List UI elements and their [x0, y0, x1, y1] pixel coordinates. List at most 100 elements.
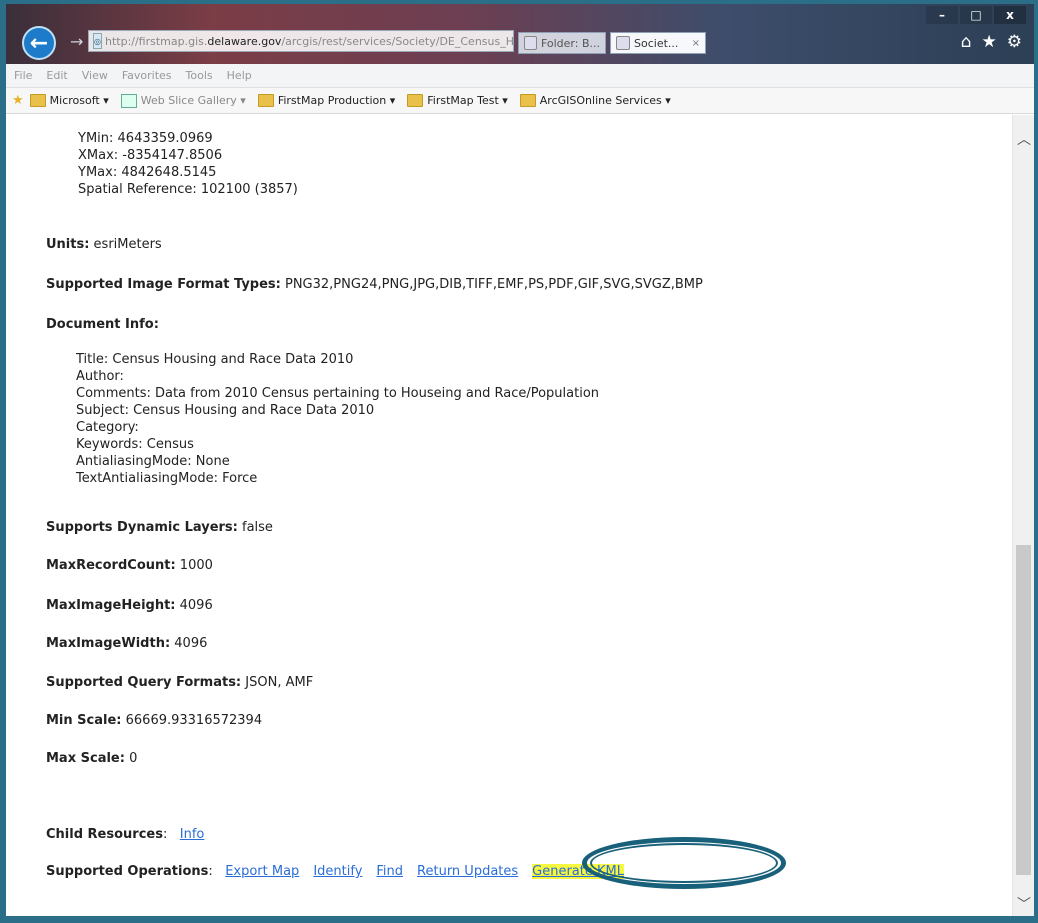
doc-text-antialiasing: TextAntialiasingMode: Force	[76, 471, 258, 486]
menu-help[interactable]: Help	[227, 69, 252, 82]
fav-web-slice-gallery[interactable]: Web Slice Gallery ▾	[120, 93, 246, 108]
menu-bar: File Edit View Favorites Tools Help	[6, 64, 1034, 88]
fav-label: Microsoft ▾	[49, 94, 109, 107]
info-link[interactable]: Info	[180, 827, 205, 842]
maximize-button[interactable]: □	[960, 6, 992, 24]
menu-favorites[interactable]: Favorites	[122, 69, 172, 82]
doc-antialiasing: AntialiasingMode: None	[76, 454, 230, 469]
doc-category: Category:	[76, 420, 139, 435]
scroll-up-icon[interactable]: ︿	[1013, 129, 1034, 149]
scroll-down-icon[interactable]: ﹀	[1013, 894, 1034, 914]
home-icon[interactable]: ⌂	[961, 32, 972, 52]
query-formats-value: JSON, AMF	[241, 675, 314, 690]
back-arrow-icon: ←	[29, 30, 49, 56]
fav-firstmap-production[interactable]: FirstMap Production ▾	[257, 94, 396, 107]
child-resources-label: Child Resources	[46, 827, 163, 842]
max-image-height-label: MaxImageHeight:	[46, 598, 176, 613]
menu-file[interactable]: File	[14, 69, 32, 82]
menu-edit[interactable]: Edit	[46, 69, 67, 82]
address-domain: delaware.gov	[207, 34, 282, 48]
units-value: esriMeters	[89, 237, 162, 252]
title-bar: – □ x ← → ◎ http://firstmap.gis. delaware…	[6, 4, 1034, 64]
max-record-count-row: MaxRecordCount: 1000	[46, 558, 213, 573]
max-scale-value: 0	[124, 751, 138, 766]
scrollbar-thumb[interactable]	[1016, 545, 1031, 875]
doc-keywords: Keywords: Census	[76, 437, 194, 452]
back-button[interactable]: ←	[22, 26, 56, 60]
min-scale-label: Min Scale:	[46, 713, 122, 728]
folder-icon	[257, 94, 274, 107]
close-button[interactable]: x	[994, 6, 1026, 24]
document-info-block: Title: Census Housing and Race Data 2010…	[76, 351, 599, 487]
fav-label: FirstMap Production ▾	[277, 94, 396, 107]
max-record-count-label: MaxRecordCount:	[46, 558, 176, 573]
max-image-height-value: 4096	[175, 598, 213, 613]
dynamic-layers-label: Supports Dynamic Layers:	[46, 520, 238, 535]
max-image-width-value: 4096	[170, 636, 208, 651]
doc-comments: Comments: Data from 2010 Census pertaini…	[76, 386, 600, 401]
fav-label: FirstMap Test ▾	[427, 94, 508, 107]
min-scale-value: 66669.93316572394	[121, 713, 263, 728]
settings-icon[interactable]: ⚙	[1007, 32, 1022, 52]
child-resources-row: Child Resources: Info	[46, 827, 218, 842]
identify-link[interactable]: Identify	[313, 864, 362, 879]
extent-ymin: YMin: 4643359.0969	[78, 131, 213, 146]
minimize-button[interactable]: –	[926, 6, 958, 24]
extent-spatial-reference: Spatial Reference: 102100 (3857)	[78, 182, 298, 197]
dynamic-layers-row: Supports Dynamic Layers: false	[46, 520, 273, 535]
doc-subject: Subject: Census Housing and Race Data 20…	[76, 403, 375, 418]
page-icon: ◎	[93, 33, 102, 49]
extent-block: YMin: 4643359.0969 XMax: -8354147.8506 Y…	[78, 130, 298, 198]
browser-window: – □ x ← → ◎ http://firstmap.gis. delaware…	[6, 4, 1034, 916]
max-scale-row: Max Scale: 0	[46, 751, 137, 766]
document-info-label: Document Info:	[46, 317, 159, 332]
max-record-count-value: 1000	[175, 558, 213, 573]
tab-page-icon	[524, 36, 537, 50]
units-row: Units: esriMeters	[46, 237, 162, 252]
fav-firstmap-test[interactable]: FirstMap Test ▾	[407, 94, 508, 107]
query-formats-label: Supported Query Formats:	[46, 675, 242, 690]
favorites-icon[interactable]: ★	[982, 32, 997, 52]
return-updates-link[interactable]: Return Updates	[417, 864, 518, 879]
address-bar[interactable]: ◎ http://firstmap.gis. delaware.gov/arcgi…	[88, 30, 514, 52]
address-url-prefix: http://firstmap.gis.	[104, 34, 208, 48]
folder-icon	[519, 94, 536, 107]
window-controls: – □ x	[924, 6, 1026, 24]
tab-folder[interactable]: Folder: B...	[518, 32, 606, 54]
tab-page-icon	[616, 36, 630, 50]
fav-arcgisonline-services[interactable]: ArcGISOnline Services ▾	[519, 94, 671, 107]
supported-operations-separator: :	[208, 864, 213, 879]
max-scale-label: Max Scale:	[46, 751, 125, 766]
image-formats-label: Supported Image Format Types:	[46, 277, 281, 292]
tab-label: Societ...	[634, 36, 679, 50]
max-image-width-label: MaxImageWidth:	[46, 636, 171, 651]
min-scale-row: Min Scale: 66669.93316572394	[46, 713, 262, 728]
fav-microsoft[interactable]: Microsoft ▾	[29, 94, 109, 107]
tab-label: Folder: B...	[540, 36, 600, 50]
tab-society[interactable]: Societ... ×	[610, 32, 706, 54]
child-resources-separator: :	[162, 827, 168, 842]
web-slice-icon	[120, 93, 137, 108]
forward-button[interactable]: →	[70, 32, 83, 51]
extent-ymax: YMax: 4842648.5145	[78, 165, 217, 180]
doc-title: Title: Census Housing and Race Data 2010	[76, 352, 354, 367]
max-image-width-row: MaxImageWidth: 4096	[46, 636, 207, 651]
units-label: Units:	[46, 237, 90, 252]
extent-xmax: XMax: -8354147.8506	[78, 148, 223, 163]
document-info-row: Document Info:	[46, 317, 159, 332]
favorites-star-icon[interactable]: ★	[12, 93, 24, 108]
supported-operations-row: Supported Operations: Export Map Identify…	[46, 864, 638, 879]
folder-icon	[29, 94, 46, 107]
tab-close-icon[interactable]: ×	[692, 38, 700, 49]
annotation-ellipse-inner	[590, 843, 778, 883]
export-map-link[interactable]: Export Map	[225, 864, 299, 879]
find-link[interactable]: Find	[376, 864, 403, 879]
menu-view[interactable]: View	[82, 69, 108, 82]
supported-operations-label: Supported Operations	[46, 864, 209, 879]
vertical-scrollbar[interactable]: ︿ ﹀	[1012, 115, 1034, 916]
folder-icon	[407, 94, 424, 107]
menu-tools[interactable]: Tools	[186, 69, 213, 82]
favorites-bar: ★ Microsoft ▾ Web Slice Gallery ▾ FirstM…	[6, 88, 1034, 114]
max-image-height-row: MaxImageHeight: 4096	[46, 598, 213, 613]
browser-toolbar-icons: ⌂ ★ ⚙	[961, 32, 1022, 52]
